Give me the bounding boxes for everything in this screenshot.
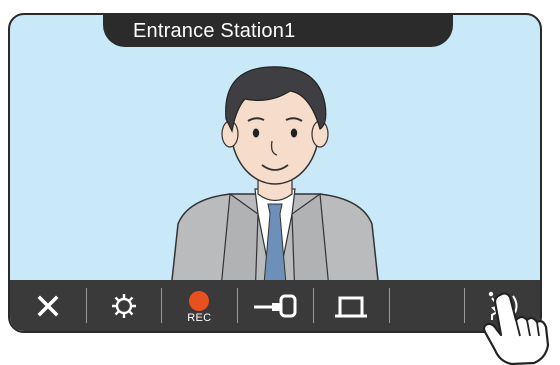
pointing-hand-icon <box>482 292 550 365</box>
blank-button[interactable] <box>388 280 465 331</box>
station-title: Entrance Station1 <box>103 15 453 47</box>
light-button[interactable] <box>312 280 389 331</box>
door-release-button[interactable] <box>237 280 313 331</box>
video-screen: Entrance Station1 REC <box>8 13 542 333</box>
close-icon <box>37 295 59 316</box>
record-label: REC <box>187 312 212 324</box>
record-icon <box>189 291 210 311</box>
light-icon <box>334 296 367 317</box>
gear-icon <box>111 293 136 318</box>
record-button[interactable]: REC <box>161 280 237 331</box>
close-button[interactable] <box>10 280 86 331</box>
control-toolbar: REC <box>10 280 540 331</box>
visitor-video-image <box>169 66 381 299</box>
settings-button[interactable] <box>85 280 162 331</box>
door-release-icon <box>254 294 297 317</box>
